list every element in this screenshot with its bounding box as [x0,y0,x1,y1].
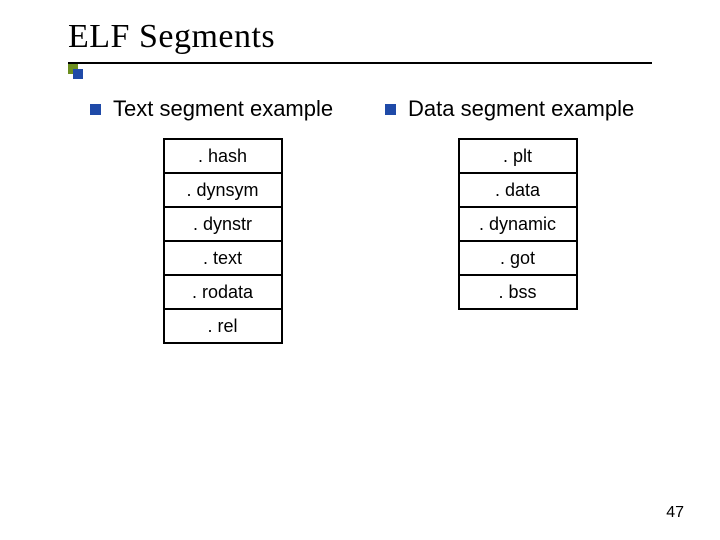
table-row: . hash [163,138,283,174]
slide-title: ELF Segments [68,18,275,56]
table-row: . rodata [163,274,283,310]
right-column-head: Data segment example [385,96,650,122]
left-stack: . hash . dynsym . dynstr . text . rodata… [90,138,355,344]
right-column: Data segment example . plt . data . dyna… [385,96,650,344]
right-stack: . plt . data . dynamic . got . bss [385,138,650,310]
table-row: . bss [458,274,578,310]
columns: Text segment example . hash . dynsym . d… [90,96,650,344]
page-number: 47 [666,504,684,522]
table-row: . plt [458,138,578,174]
bullet-icon [90,104,101,115]
table-row: . text [163,240,283,276]
table-row: . data [458,172,578,208]
title-accent-icon [68,64,82,78]
left-column: Text segment example . hash . dynsym . d… [90,96,355,344]
left-heading: Text segment example [113,96,333,122]
slide: ELF Segments Text segment example . hash… [0,0,720,540]
left-column-head: Text segment example [90,96,355,122]
table-row: . rel [163,308,283,344]
table-row: . got [458,240,578,276]
bullet-icon [385,104,396,115]
table-row: . dynstr [163,206,283,242]
title-wrap: ELF Segments [68,18,275,56]
table-row: . dynsym [163,172,283,208]
right-heading: Data segment example [408,96,634,122]
table-row: . dynamic [458,206,578,242]
title-underline [68,62,652,64]
